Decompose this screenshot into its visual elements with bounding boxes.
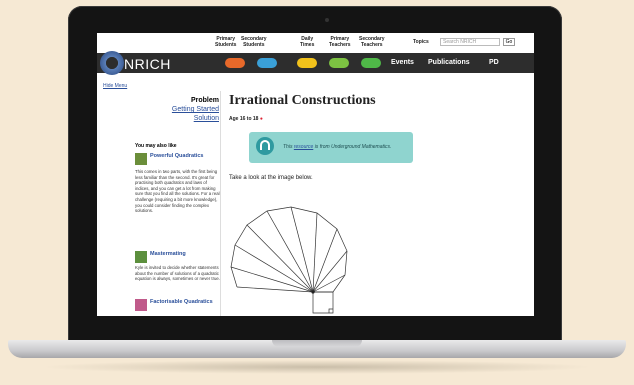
go-button[interactable]: Go	[503, 38, 515, 46]
webcam-icon	[325, 18, 329, 22]
spiral-lines	[230, 206, 348, 314]
spoke	[236, 286, 314, 293]
pd-link[interactable]: PD	[489, 59, 499, 66]
spoke	[312, 250, 348, 293]
card-title[interactable]: Factorisable Quadratics	[150, 299, 220, 305]
spoke	[290, 206, 314, 293]
banner-text-post: is from Underground Mathematics.	[314, 144, 392, 150]
nav-item-line: Times	[300, 42, 315, 48]
factorisable-quadratics-icon	[135, 299, 147, 311]
nav-primary-students[interactable]: Primary Students	[215, 36, 236, 48]
nav-item-line: Students	[243, 42, 265, 48]
getting-started-link[interactable]: Getting Started	[107, 106, 219, 113]
nav-secondary-students[interactable]: Secondary Students	[241, 36, 267, 48]
right-angle-mark	[328, 308, 333, 313]
laptop-screen: Primary Students Secondary Students Dail…	[97, 33, 534, 316]
hide-menu-link[interactable]: Hide Menu	[103, 83, 127, 89]
powerful-quadratics-icon	[135, 153, 147, 165]
nav-pill-primary-students[interactable]	[225, 58, 245, 68]
age-marker-icon: ●	[259, 116, 263, 122]
resource-link[interactable]: resource	[294, 144, 313, 150]
page-title: Irrational Constructions	[229, 93, 376, 108]
nav-pill-secondary-students[interactable]	[257, 58, 277, 68]
age-range-text: Age 16 to 18	[229, 116, 259, 122]
nav-daily-times[interactable]: Daily Times	[300, 36, 314, 48]
spiral-centre-point	[311, 290, 315, 294]
problem-heading[interactable]: Problem	[107, 97, 219, 104]
card-text: This comes in two parts, with the first …	[135, 169, 220, 214]
search-input[interactable]: Search NRICH	[440, 38, 500, 46]
you-may-also-like-heading: You may also like	[135, 143, 177, 149]
card-title[interactable]: Powerful Quadratics	[150, 153, 220, 159]
nav-pill-secondary-teachers[interactable]	[361, 58, 381, 68]
card-title[interactable]: Mastermating	[150, 251, 220, 257]
spoke	[312, 228, 338, 293]
base-triangle	[312, 292, 334, 314]
nrich-logo-text[interactable]: NRICH	[124, 56, 171, 72]
mastermating-icon	[135, 251, 147, 263]
laptop-scene: Primary Students Secondary Students Dail…	[0, 0, 634, 385]
nav-item-line: Students	[215, 42, 237, 48]
laptop-shadow	[40, 360, 594, 374]
events-link[interactable]: Events	[391, 59, 414, 66]
nav-item-line: Teachers	[329, 42, 351, 48]
instruction-text: Take a look at the image below.	[229, 175, 313, 181]
nrich-logo-icon[interactable]	[100, 51, 124, 75]
nav-pill-daily-times[interactable]	[297, 58, 317, 68]
header-bar: NRICH Events Publications PD	[97, 51, 534, 75]
nav-pill-primary-teachers[interactable]	[329, 58, 349, 68]
age-range: Age 16 to 18 ●	[229, 116, 263, 122]
banner-text-pre: This	[283, 144, 293, 150]
publications-link[interactable]: Publications	[428, 59, 470, 66]
top-navigation: Primary Students Secondary Students Dail…	[97, 33, 534, 53]
spoke	[312, 212, 318, 293]
solution-link[interactable]: Solution	[107, 115, 219, 122]
underground-mathematics-icon	[256, 137, 274, 155]
laptop-notch	[272, 340, 362, 347]
topics-label[interactable]: Topics	[413, 39, 429, 45]
card-text: Kyle is invited to decide whether statem…	[135, 265, 221, 282]
banner-text: This resource is from Underground Mathem…	[283, 144, 391, 150]
spiral-of-theodorus-diagram	[230, 206, 348, 314]
nav-secondary-teachers[interactable]: Secondary Teachers	[359, 36, 385, 48]
nav-primary-teachers[interactable]: Primary Teachers	[329, 36, 351, 48]
spoke	[312, 274, 346, 293]
nav-item-line: Teachers	[360, 42, 383, 48]
resource-banner: This resource is from Underground Mathem…	[249, 132, 413, 163]
